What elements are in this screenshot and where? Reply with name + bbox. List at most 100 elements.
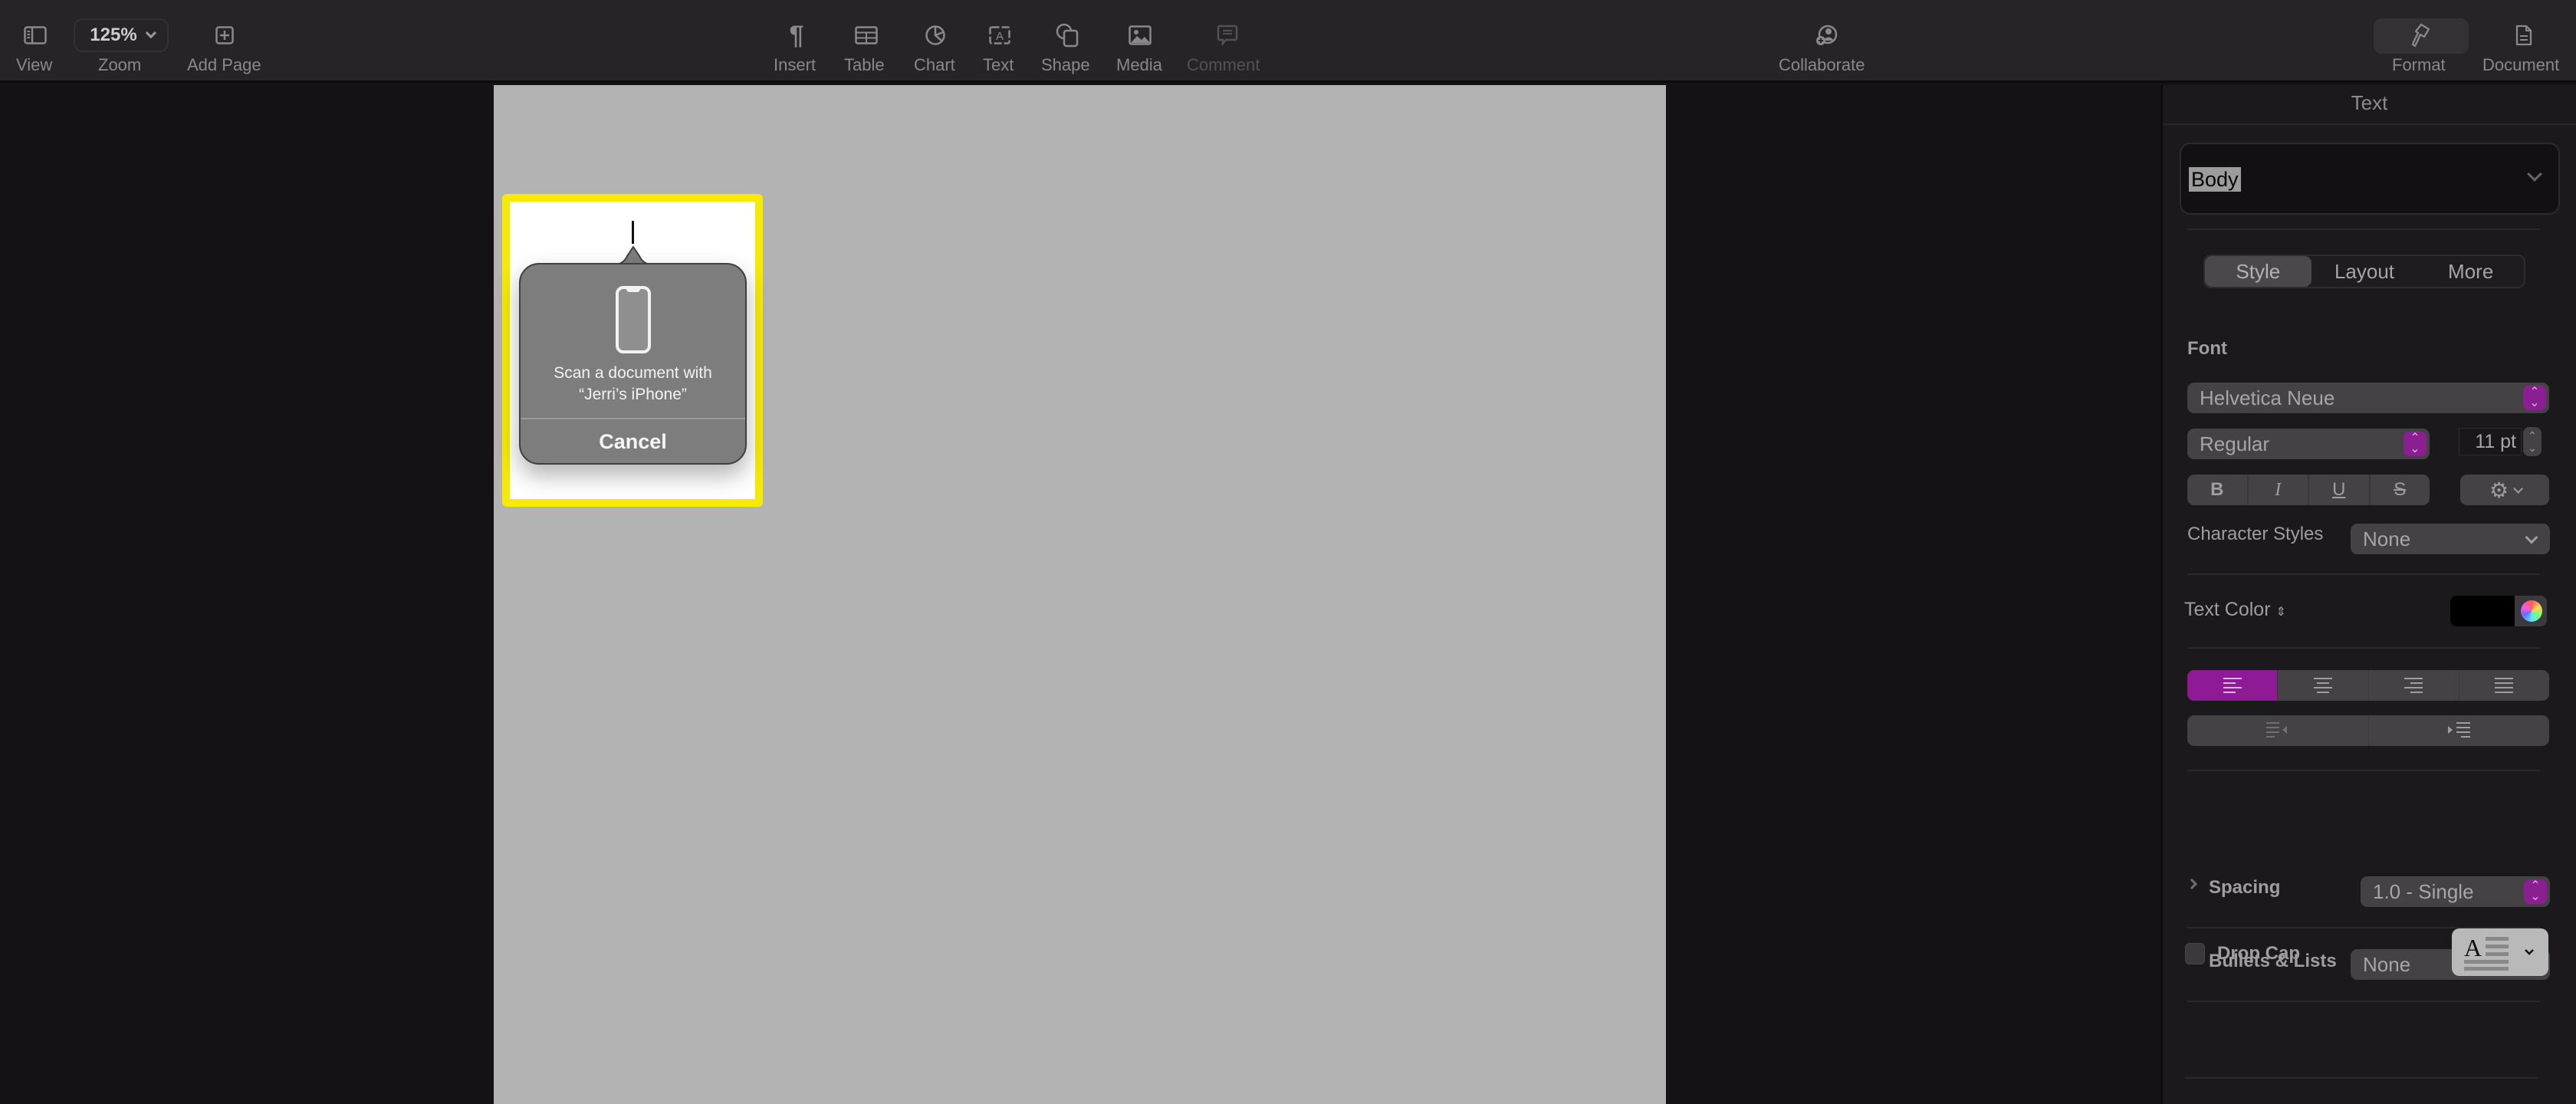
font-size-field[interactable]: 11 pt — [2459, 428, 2522, 455]
justify-button[interactable] — [2459, 670, 2549, 701]
drop-cap-icon: A — [2464, 934, 2534, 971]
paintbrush-icon — [2409, 20, 2433, 51]
document-icon — [2513, 20, 2535, 51]
up-down-arrows-icon: ⌃ ⌄ — [2404, 432, 2426, 456]
tab-style[interactable]: Style — [2205, 256, 2312, 287]
underline-button[interactable]: U — [2309, 475, 2371, 505]
drop-cap-style-button[interactable]: A — [2452, 928, 2548, 976]
spacing-value: 1.0 - Single — [2373, 879, 2474, 903]
bullets-lists-value: None — [2363, 952, 2411, 976]
media-label: Media — [1116, 55, 1162, 74]
up-down-arrows-icon: ⇕ — [2275, 606, 2286, 619]
format-button[interactable]: Format — [2390, 0, 2452, 83]
document-label: Document — [2482, 55, 2560, 74]
drop-cap-label: Drop Cap — [2217, 943, 2300, 964]
text-color-label[interactable]: Text Color ⇕ — [2184, 599, 2286, 621]
chart-icon — [924, 20, 947, 51]
toolbar: View 125% Zoom Add Page ¶ Insert Table C… — [0, 0, 2576, 83]
text-label: Text — [983, 55, 1014, 74]
table-button[interactable]: Table — [842, 0, 891, 83]
strikethrough-button[interactable]: S — [2371, 475, 2430, 505]
add-page-icon — [213, 20, 236, 51]
popover-message-line2: “Jerri’s iPhone” — [579, 386, 687, 403]
scan-document-popover: Scan a document with “Jerri’s iPhone” Ca… — [519, 263, 747, 465]
italic-button[interactable]: I — [2249, 475, 2309, 505]
text-button[interactable]: A Text — [981, 0, 1018, 83]
bold-button[interactable]: B — [2187, 475, 2249, 505]
divider — [2187, 1001, 2540, 1002]
cancel-button[interactable]: Cancel — [521, 419, 745, 465]
shape-label: Shape — [1041, 55, 1090, 74]
spacing-select[interactable]: 1.0 - Single ⌃ ⌄ — [2361, 876, 2550, 907]
divider — [2187, 647, 2540, 649]
paragraph-style-dropdown[interactable]: Body — [2180, 143, 2560, 215]
text-color-well[interactable] — [2450, 596, 2547, 626]
align-right-button[interactable] — [2369, 670, 2459, 701]
font-family-select[interactable]: Helvetica Neue ⌃ ⌄ — [2187, 383, 2549, 413]
text-color-label-text: Text Color — [2184, 599, 2271, 620]
view-button[interactable]: View — [11, 0, 60, 83]
chart-label: Chart — [914, 55, 955, 74]
advanced-options-button[interactable]: ⚙ — [2460, 475, 2549, 505]
character-styles-select[interactable]: None — [2351, 524, 2550, 554]
typeface-select[interactable]: Regular ⌃ ⌄ — [2187, 429, 2430, 459]
color-wheel-icon[interactable] — [2521, 600, 2542, 622]
table-icon — [854, 20, 879, 51]
typeface-value: Regular — [2200, 432, 2270, 455]
iphone-icon — [616, 286, 651, 353]
text-box-icon: A — [988, 20, 1011, 51]
comment-button: Comment — [1185, 0, 1268, 83]
tab-layout[interactable]: Layout — [2312, 256, 2418, 287]
alignment-buttons — [2187, 670, 2549, 701]
add-page-button[interactable]: Add Page — [184, 0, 265, 83]
tab-more[interactable]: More — [2417, 256, 2524, 287]
format-label: Format — [2392, 55, 2446, 74]
shape-icon — [1055, 20, 1079, 51]
up-down-arrows-icon: ⌃ ⌄ — [2523, 386, 2546, 410]
align-center-icon — [2313, 678, 2332, 693]
disclosure-chevron-icon[interactable] — [2186, 878, 2198, 890]
pilcrow-icon: ¶ — [789, 20, 804, 50]
spacing-label[interactable]: Spacing — [2209, 877, 2280, 899]
media-button[interactable]: Media — [1115, 0, 1165, 83]
panel-title: Text — [2351, 91, 2388, 114]
font-family-value: Helvetica Neue — [2200, 386, 2335, 409]
justify-icon — [2495, 678, 2514, 693]
chevron-down-icon — [145, 28, 156, 39]
drop-cap-checkbox[interactable] — [2185, 943, 2205, 964]
collaborate-button[interactable]: Collaborate — [1776, 0, 1875, 83]
color-swatch[interactable] — [2450, 596, 2515, 626]
increase-indent-button[interactable] — [2369, 715, 2550, 746]
svg-text:A: A — [2464, 934, 2482, 961]
align-left-button[interactable] — [2187, 670, 2279, 701]
inspector-tabs: Style Layout More — [2203, 255, 2525, 288]
chart-button[interactable]: Chart — [911, 0, 960, 83]
shape-button[interactable]: Shape — [1040, 0, 1093, 83]
decrease-indent-button[interactable] — [2187, 715, 2369, 746]
insert-label: Insert — [774, 55, 816, 74]
popover-message: Scan a document with “Jerri’s iPhone” — [521, 363, 745, 406]
indent-buttons — [2187, 715, 2549, 746]
collaborate-label: Collaborate — [1779, 55, 1865, 74]
sidebar-icon — [23, 20, 48, 51]
zoom-dropdown[interactable]: 125% — [74, 18, 169, 52]
zoom-label: Zoom — [98, 55, 142, 74]
chevron-down-icon — [2527, 166, 2542, 182]
comment-icon — [1216, 20, 1239, 51]
character-styles-value: None — [2363, 527, 2411, 550]
align-center-button[interactable] — [2278, 670, 2369, 701]
font-size-stepper[interactable]: ⌃ ⌄ — [2523, 427, 2542, 456]
canvas-background-right — [1666, 85, 2160, 1104]
increase-indent-icon — [2448, 722, 2471, 738]
divider — [2187, 770, 2540, 771]
zoom-value: 125% — [90, 25, 137, 45]
decrease-indent-icon — [2266, 722, 2287, 738]
align-left-icon — [2223, 678, 2242, 693]
chevron-down-icon — [2525, 531, 2538, 544]
insert-button[interactable]: ¶ Insert — [771, 0, 822, 83]
character-styles-label: Character Styles — [2187, 524, 2324, 544]
text-style-buttons: B I U S — [2187, 475, 2430, 505]
document-button[interactable]: Document — [2481, 0, 2565, 83]
divider — [2163, 123, 2576, 125]
divider — [2187, 228, 2540, 230]
